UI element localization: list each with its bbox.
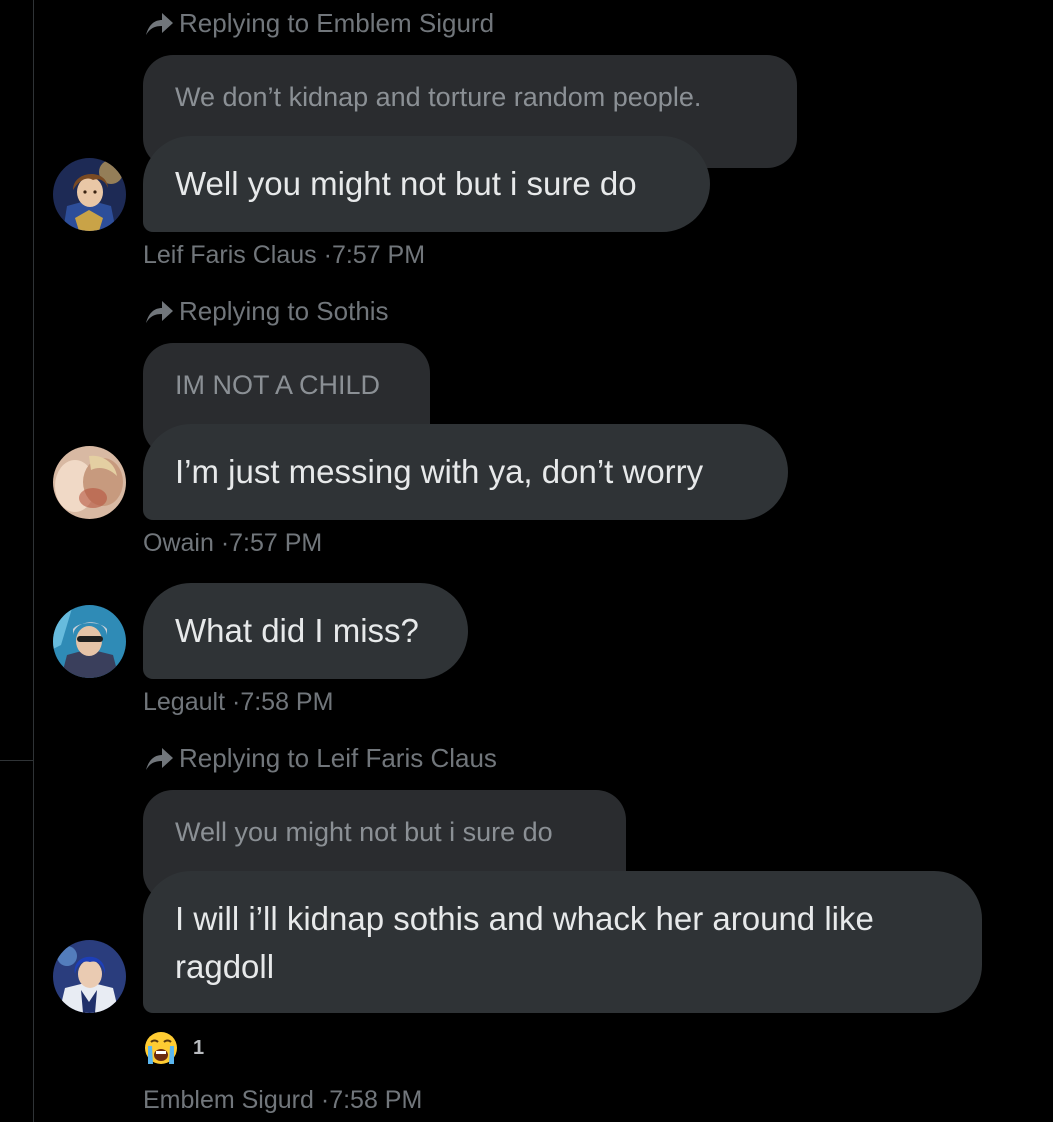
avatar-owain-icon	[53, 446, 126, 519]
quoted-message-text: IM NOT A CHILD	[175, 370, 381, 400]
message-text: I will i’ll kidnap sothis and whack her …	[175, 900, 874, 985]
timestamp: 7:57 PM	[331, 241, 426, 269]
message-meta: Owain ·7:57 PM	[143, 528, 322, 558]
meta-separator: ·	[220, 529, 230, 557]
timestamp: 7:57 PM	[229, 529, 323, 557]
author-name[interactable]: Owain	[143, 529, 214, 557]
message-bubble[interactable]: I’m just messing with ya, don’t worry	[143, 424, 788, 520]
reply-indicator[interactable]: Replying to Emblem Sigurd	[143, 8, 494, 38]
timestamp: 7:58 PM	[329, 1086, 423, 1114]
quoted-message-text: Well you might not but i sure do	[175, 817, 553, 847]
avatar-sigurd-icon	[53, 940, 126, 1013]
meta-separator: ·	[320, 1086, 330, 1114]
reply-arrow-icon	[143, 297, 175, 325]
meta-separator: ·	[323, 241, 332, 269]
reply-indicator[interactable]: Replying to Leif Faris Claus	[143, 743, 497, 773]
loudly-crying-face-icon	[143, 1030, 179, 1066]
message-meta: Emblem Sigurd ·7:58 PM	[143, 1085, 422, 1115]
message-meta: Legault ·7:58 PM	[143, 687, 333, 717]
avatar-legault[interactable]	[53, 605, 126, 678]
reply-indicator[interactable]: Replying to Sothis	[143, 296, 389, 326]
message-text: What did I miss?	[175, 612, 419, 649]
message-bubble[interactable]: Well you might not but i sure do	[143, 136, 710, 232]
reaction-chip[interactable]: 1	[143, 1030, 204, 1066]
quoted-message-text: We don’t kidnap and torture random peopl…	[175, 82, 702, 112]
reply-indicator-label: Replying to Emblem Sigurd	[179, 7, 495, 38]
message-text: Well you might not but i sure do	[175, 165, 637, 202]
message-meta: Leif Faris Claus ·7:57 PM	[143, 240, 425, 270]
author-name[interactable]: Leif Faris Claus	[143, 241, 317, 269]
thread-divider	[0, 760, 34, 761]
message-bubble[interactable]: I will i’ll kidnap sothis and whack her …	[143, 871, 982, 1013]
timestamp: 7:58 PM	[240, 688, 334, 716]
author-name[interactable]: Emblem Sigurd	[143, 1086, 314, 1114]
avatar-owain[interactable]	[53, 446, 126, 519]
avatar-leif-icon	[53, 158, 126, 231]
avatar-leif[interactable]	[53, 158, 126, 231]
reaction-count: 1	[193, 1036, 205, 1059]
message-bubble[interactable]: What did I miss?	[143, 583, 468, 679]
thread-line	[33, 0, 34, 1122]
author-name[interactable]: Legault	[143, 688, 225, 716]
reply-arrow-icon	[143, 744, 175, 772]
reply-indicator-label: Replying to Sothis	[179, 295, 389, 326]
message-text: I’m just messing with ya, don’t worry	[175, 453, 704, 490]
avatar-legault-icon	[53, 605, 126, 678]
reply-indicator-label: Replying to Leif Faris Claus	[179, 742, 497, 773]
reply-arrow-icon	[143, 9, 175, 37]
avatar-sigurd[interactable]	[53, 940, 126, 1013]
